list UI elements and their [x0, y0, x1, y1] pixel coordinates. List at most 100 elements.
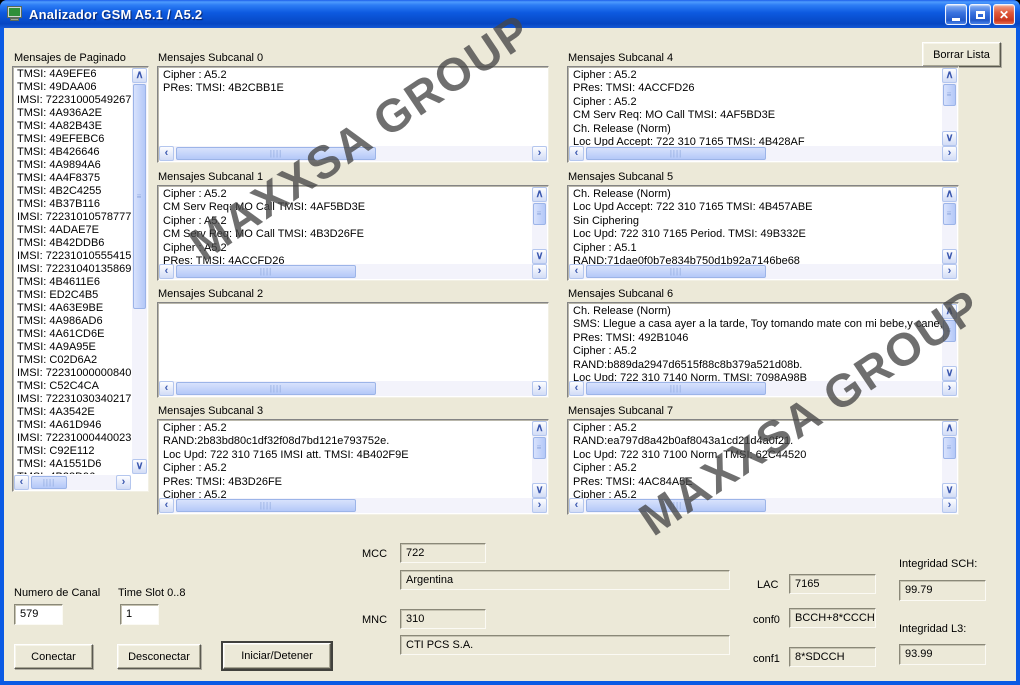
close-button[interactable]: ✕ [993, 4, 1015, 25]
scroll-up-button[interactable]: ∧ [942, 187, 957, 202]
subcanal-1-listbox[interactable]: Cipher : A5.2CM Serv Req: MO Call TMSI: … [157, 185, 549, 281]
list-item[interactable]: TMSI: 4B42DDB6 [14, 237, 131, 250]
scroll-right-button[interactable]: › [942, 381, 957, 396]
scroll-thumb[interactable]: ≡ [943, 320, 956, 342]
list-item[interactable]: TMSI: 4A63E9BE [14, 302, 131, 315]
scroll-right-button[interactable]: › [942, 146, 957, 161]
scroll-thumb[interactable]: |||| [586, 147, 766, 160]
scroll-up-button[interactable]: ∧ [942, 68, 957, 83]
paging-listbox[interactable]: TMSI: 4A9EFE6TMSI: 49DAA06IMSI: 72231000… [12, 66, 149, 492]
timeslot-input[interactable]: 1 [120, 604, 159, 625]
list-item[interactable]: TMSI: 4A4F8375 [14, 172, 131, 185]
scroll-right-button[interactable]: › [532, 498, 547, 513]
scroll-left-button[interactable]: ‹ [159, 146, 174, 161]
list-item[interactable]: IMSI: 72231010578777 [14, 211, 131, 224]
list-item[interactable]: IMSI: 72231000549267 [14, 94, 131, 107]
scroll-thumb[interactable]: ≡ [533, 203, 546, 225]
title-bar[interactable]: Analizador GSM A5.1 / A5.2 ✕ [0, 0, 1020, 28]
disconnect-button[interactable]: Desconectar [117, 644, 201, 669]
scroll-right-button[interactable]: › [942, 498, 957, 513]
scroll-left-button[interactable]: ‹ [159, 264, 174, 279]
connect-button[interactable]: Conectar [14, 644, 93, 669]
integrity-l3-field[interactable]: 93.99 [899, 644, 986, 665]
conf1-field[interactable]: 8*SDCCH [789, 647, 876, 667]
vertical-scrollbar[interactable]: ∧ ≡ ∨ [942, 68, 957, 146]
horizontal-scrollbar[interactable]: ‹ |||| › [569, 146, 957, 161]
start-stop-button[interactable]: Iniciar/Detener [223, 643, 331, 669]
scroll-up-button[interactable]: ∧ [532, 421, 547, 436]
list-item[interactable]: TMSI: ED2C4B5 [14, 289, 131, 302]
lac-field[interactable]: 7165 [789, 574, 876, 594]
list-item[interactable]: IMSI: 72231010555415 [14, 250, 131, 263]
scroll-up-button[interactable]: ∧ [942, 304, 957, 319]
scroll-thumb[interactable]: ≡ [533, 437, 546, 459]
mnc-field[interactable]: 310 [400, 609, 486, 629]
horizontal-scrollbar[interactable]: ‹ |||| › [569, 264, 957, 279]
scroll-thumb[interactable]: ≡ [943, 84, 956, 106]
list-item[interactable]: TMSI: 4B37B116 [14, 198, 131, 211]
scroll-right-button[interactable]: › [532, 264, 547, 279]
subcanal-6-listbox[interactable]: Ch. Release (Norm)SMS: Llegue a casa aye… [567, 302, 959, 398]
minimize-button[interactable] [945, 4, 967, 25]
scroll-thumb[interactable]: |||| [176, 265, 356, 278]
horizontal-scrollbar[interactable]: ‹ |||| › [159, 146, 547, 161]
horizontal-scrollbar[interactable]: ‹ |||| › [569, 498, 957, 513]
list-item[interactable]: TMSI: 4A9A95E [14, 341, 131, 354]
scroll-down-button[interactable]: ∨ [132, 459, 147, 474]
maximize-button[interactable] [969, 4, 991, 25]
scroll-down-button[interactable]: ∨ [942, 131, 957, 146]
list-item[interactable]: TMSI: 49DAA06 [14, 81, 131, 94]
scroll-down-button[interactable]: ∨ [942, 483, 957, 498]
scroll-left-button[interactable]: ‹ [569, 381, 584, 396]
list-item[interactable]: IMSI: 72231040135869 [14, 263, 131, 276]
mcc-field[interactable]: 722 [400, 543, 486, 563]
horizontal-scrollbar[interactable]: ‹ |||| › [159, 264, 547, 279]
subcanal-2-listbox[interactable]: ‹ |||| › [157, 302, 549, 398]
list-item[interactable]: TMSI: 4A9EFE6 [14, 68, 131, 81]
scroll-down-button[interactable]: ∨ [532, 483, 547, 498]
subcanal-5-listbox[interactable]: Ch. Release (Norm)Loc Upd Accept: 722 31… [567, 185, 959, 281]
list-item[interactable]: TMSI: 4B4611E6 [14, 276, 131, 289]
clear-list-button[interactable]: Borrar Lista [922, 42, 1001, 67]
list-item[interactable]: TMSI: C02D6A2 [14, 354, 131, 367]
scroll-thumb[interactable]: |||| [586, 382, 766, 395]
scroll-left-button[interactable]: ‹ [159, 381, 174, 396]
list-item[interactable]: TMSI: 4B2C4255 [14, 185, 131, 198]
scroll-left-button[interactable]: ‹ [569, 146, 584, 161]
paging-horizontal-scrollbar[interactable]: ‹ |||| › [14, 475, 131, 490]
scroll-thumb[interactable]: ≡ [133, 84, 146, 309]
subcanal-4-listbox[interactable]: Cipher : A5.2PRes: TMSI: 4ACCFD26Cipher … [567, 66, 959, 163]
vertical-scrollbar[interactable]: ∧ ≡ ∨ [942, 421, 957, 498]
list-item[interactable]: TMSI: 4A61CD6E [14, 328, 131, 341]
scroll-left-button[interactable]: ‹ [569, 498, 584, 513]
list-item[interactable]: TMSI: 4B426646 [14, 146, 131, 159]
scroll-right-button[interactable]: › [116, 475, 131, 490]
list-item[interactable]: TMSI: C92E112 [14, 445, 131, 458]
scroll-left-button[interactable]: ‹ [159, 498, 174, 513]
list-item[interactable]: TMSI: 4B38D96 [14, 471, 131, 474]
list-item[interactable]: TMSI: 4A936A2E [14, 107, 131, 120]
vertical-scrollbar[interactable]: ∧ ≡ ∨ [532, 187, 547, 264]
scroll-thumb[interactable]: ≡ [943, 437, 956, 459]
scroll-up-button[interactable]: ∧ [942, 421, 957, 436]
scroll-right-button[interactable]: › [532, 381, 547, 396]
scroll-up-button[interactable]: ∧ [132, 68, 147, 83]
scroll-right-button[interactable]: › [532, 146, 547, 161]
scroll-down-button[interactable]: ∨ [532, 249, 547, 264]
scroll-up-button[interactable]: ∧ [532, 187, 547, 202]
scroll-thumb[interactable]: ≡ [943, 203, 956, 225]
scroll-left-button[interactable]: ‹ [569, 264, 584, 279]
horizontal-scrollbar[interactable]: ‹ |||| › [159, 381, 547, 396]
list-item[interactable]: TMSI: 4A61D946 [14, 419, 131, 432]
vertical-scrollbar[interactable]: ∧ ≡ ∨ [942, 304, 957, 381]
integrity-sch-field[interactable]: 99.79 [899, 580, 986, 601]
country-field[interactable]: Argentina [400, 570, 730, 590]
list-item[interactable]: IMSI: 72231000440023 [14, 432, 131, 445]
scroll-thumb[interactable]: |||| [586, 499, 766, 512]
list-item[interactable]: TMSI: 4A1551D6 [14, 458, 131, 471]
scroll-thumb[interactable]: |||| [31, 476, 67, 489]
scroll-thumb[interactable]: |||| [176, 499, 356, 512]
scroll-thumb[interactable]: |||| [586, 265, 766, 278]
conf0-field[interactable]: BCCH+8*CCCH [789, 608, 876, 628]
subcanal-0-listbox[interactable]: Cipher : A5.2PRes: TMSI: 4B2CBB1E ‹ ||||… [157, 66, 549, 163]
